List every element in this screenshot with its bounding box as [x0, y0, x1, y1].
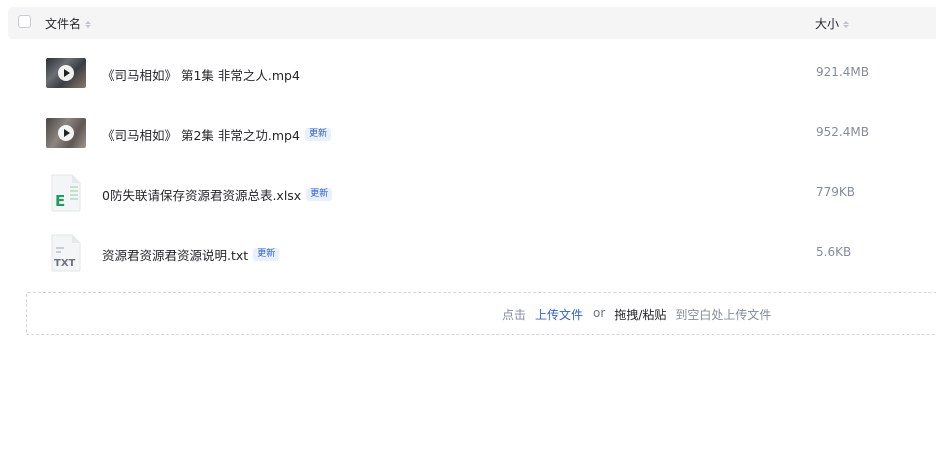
updated-badge: 更新 — [253, 248, 280, 261]
file-size: 779KB — [816, 185, 856, 199]
file-name-text[interactable]: 资源君资源君资源说明.txt — [102, 245, 248, 264]
file-list-header: 文件名 大小 — [8, 7, 936, 39]
txt-file-icon[interactable]: TXT — [50, 234, 82, 272]
file-row[interactable]: TXT 资源君资源君资源说明.txt 更新 5.6KB — [8, 223, 936, 283]
file-name-text[interactable]: 《司马相如》 第2集 非常之功.mp4 — [102, 125, 300, 144]
name-column-label: 文件名 — [45, 17, 82, 31]
sort-icon[interactable] — [843, 20, 850, 28]
file-name-text[interactable]: 《司马相如》 第1集 非常之人.mp4 — [102, 65, 300, 84]
file-row[interactable]: 《司马相如》 第2集 非常之功.mp4 更新 952.4MB — [8, 103, 936, 163]
file-name[interactable]: 《司马相如》 第2集 非常之功.mp4 更新 — [102, 125, 331, 144]
file-list-panel: 文件名 大小 《司马相如》 第1集 非常之人.mp4 921.4MB 《司马相如… — [0, 0, 936, 449]
file-row[interactable]: E 0防失联请保存资源君资源总表.xlsx 更新 779KB — [8, 163, 936, 223]
upload-file-link[interactable]: 上传文件 — [535, 306, 583, 323]
play-icon — [58, 65, 74, 81]
upload-suffix: 到空白处上传文件 — [675, 308, 772, 322]
video-thumbnail[interactable] — [46, 118, 86, 148]
size-column-label: 大小 — [815, 17, 840, 31]
file-name[interactable]: 资源君资源君资源说明.txt 更新 — [102, 245, 280, 264]
sort-icon[interactable] — [85, 20, 92, 28]
file-size: 921.4MB — [816, 65, 869, 79]
file-name[interactable]: 0防失联请保存资源君资源总表.xlsx 更新 — [102, 185, 333, 204]
select-all-checkbox[interactable] — [18, 15, 31, 28]
upload-or-text: or — [593, 306, 606, 320]
video-thumbnail[interactable] — [46, 58, 86, 88]
name-column-header[interactable]: 文件名 — [45, 15, 92, 32]
size-column-header[interactable]: 大小 — [815, 15, 850, 32]
upload-drop-zone[interactable]: 点击 上传文件 or 拖拽/粘贴 到空白处上传文件 — [26, 292, 936, 335]
play-icon — [58, 125, 74, 141]
file-name-text[interactable]: 0防失联请保存资源君资源总表.xlsx — [102, 185, 301, 204]
svg-text:E: E — [55, 192, 65, 210]
updated-badge: 更新 — [306, 188, 333, 201]
upload-prefix: 点击 — [502, 308, 527, 322]
file-size: 952.4MB — [816, 125, 869, 139]
drag-paste-text: 拖拽/粘贴 — [614, 308, 667, 322]
file-row[interactable]: 《司马相如》 第1集 非常之人.mp4 921.4MB — [8, 43, 936, 103]
file-name[interactable]: 《司马相如》 第1集 非常之人.mp4 — [102, 65, 300, 84]
excel-file-icon[interactable]: E — [50, 174, 82, 212]
svg-text:TXT: TXT — [54, 258, 76, 269]
file-size: 5.6KB — [816, 245, 852, 259]
updated-badge: 更新 — [304, 128, 331, 141]
upload-hint: 点击 上传文件 or 拖拽/粘贴 到空白处上传文件 — [502, 306, 771, 323]
